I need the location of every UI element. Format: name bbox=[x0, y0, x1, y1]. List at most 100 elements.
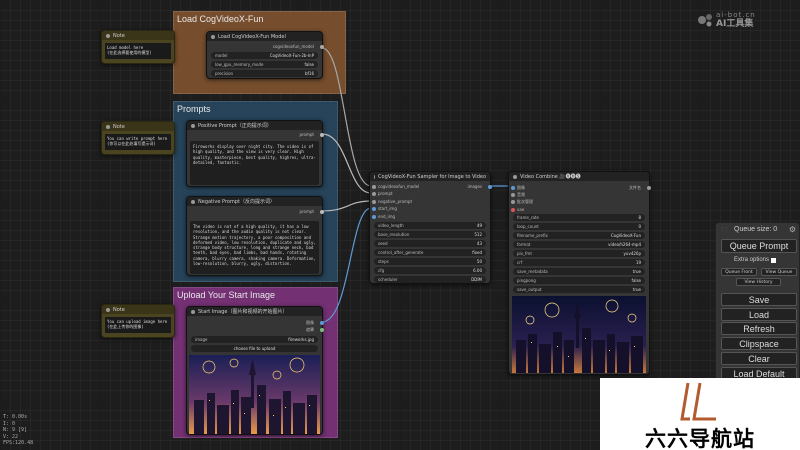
frame-rate-widget[interactable]: frame_rate 8 bbox=[513, 214, 645, 221]
input-slot[interactable] bbox=[372, 207, 376, 211]
node-title: Start Image（图片和视频的开始图片） bbox=[198, 309, 288, 315]
cfg-widget[interactable]: cfg 6.00 bbox=[374, 267, 486, 274]
input-slot[interactable] bbox=[372, 192, 376, 196]
fireworks-city-video bbox=[512, 296, 646, 373]
note-text[interactable]: You can write prompt here (你可以在此处填写提示词) bbox=[105, 134, 171, 150]
model-widget[interactable]: model CogVideoX-Fun-2b-InP bbox=[211, 52, 318, 59]
ai-bot-watermark: ai-bot.cn AI工具集 bbox=[697, 11, 756, 29]
format-widget[interactable]: format video/h264-mp4 bbox=[513, 241, 645, 248]
clear-button[interactable]: Clear bbox=[721, 352, 797, 365]
start-image-preview bbox=[189, 355, 320, 434]
extra-options-checkbox[interactable] bbox=[771, 257, 777, 263]
input-slot[interactable] bbox=[372, 185, 376, 189]
note-text[interactable]: You can upload image here (在此上传你的图像) bbox=[105, 317, 171, 333]
video-preview[interactable] bbox=[512, 296, 646, 373]
node-title: CogVideoX-Fun Sampler for Image to Video bbox=[378, 173, 486, 180]
collapse-dot-icon[interactable] bbox=[211, 34, 215, 39]
output-slot[interactable] bbox=[320, 133, 324, 137]
output-slot[interactable] bbox=[647, 186, 651, 190]
brand-name: 六六导航站 bbox=[645, 427, 755, 450]
input-label: 图像 bbox=[517, 185, 525, 190]
queue-panel-drag-handle[interactable]: ⋮⋮ bbox=[720, 226, 728, 231]
pix-fmt-widget[interactable]: pix_fmt yuv420p bbox=[513, 250, 645, 257]
fireworks-city-image bbox=[189, 355, 320, 434]
view-history-button[interactable]: View History bbox=[736, 278, 781, 286]
sampler-node[interactable]: CogVideoX-Fun Sampler for Image to Video… bbox=[369, 171, 492, 284]
input-slot[interactable] bbox=[511, 186, 515, 190]
watermark-name: AI工具集 bbox=[716, 19, 754, 29]
node-title: Video Combine 🎥🅥🅗🅢 bbox=[520, 174, 581, 180]
video-length-widget[interactable]: video_length 49 bbox=[374, 222, 486, 229]
note-load-model[interactable]: Note Load model here (在此选择要使用的模型) bbox=[101, 30, 175, 64]
negative-prompt-node[interactable]: Negative Prompt（反向提示词） prompt The video … bbox=[186, 196, 324, 276]
output-slot[interactable] bbox=[488, 185, 492, 189]
extra-options-label: Extra options bbox=[734, 257, 777, 263]
save-output-toggle[interactable]: save_output true bbox=[513, 286, 645, 293]
output-label-image: 图像 bbox=[306, 320, 314, 325]
output-slot-mask[interactable] bbox=[320, 328, 324, 332]
collapse-dot-icon[interactable] bbox=[374, 174, 376, 179]
start-image-node[interactable]: Start Image（图片和视频的开始图片） 图像 遮罩 image firew… bbox=[186, 306, 324, 435]
settings-gear-icon[interactable]: ⚙ bbox=[789, 225, 796, 234]
video-combine-node[interactable]: Video Combine 🎥🅥🅗🅢 图像 音频 批次管理 vae 文件名 fr… bbox=[508, 171, 651, 375]
input-label: end_img bbox=[378, 214, 396, 219]
input-slot[interactable] bbox=[372, 200, 376, 204]
positive-prompt-textarea[interactable]: Fireworks display over night city. The v… bbox=[190, 141, 319, 185]
refresh-button[interactable]: Refresh bbox=[721, 322, 797, 335]
collapse-dot-icon[interactable] bbox=[191, 123, 195, 128]
note-image[interactable]: Note You can upload image here (在此上传你的图像… bbox=[101, 304, 175, 338]
collapse-dot-icon[interactable] bbox=[106, 33, 110, 38]
loop-count-widget[interactable]: loop_count 0 bbox=[513, 223, 645, 230]
node-title: Positive Prompt（正向提示词） bbox=[198, 123, 272, 129]
save-button[interactable]: Save bbox=[721, 293, 797, 306]
output-slot-image[interactable] bbox=[320, 321, 324, 325]
perf-stats: T: 0.00s I: 0 N: 9 [9] V: 22 FPS:120.48 bbox=[3, 414, 34, 446]
output-slot[interactable] bbox=[320, 210, 324, 214]
output-slot[interactable] bbox=[320, 44, 324, 49]
collapse-dot-icon[interactable] bbox=[191, 199, 195, 204]
brand-logo-icon bbox=[680, 382, 716, 421]
low-gpu-memory-widget[interactable]: low_gpu_memory_mode false bbox=[211, 61, 318, 68]
node-title: Negative Prompt（反向提示词） bbox=[198, 199, 275, 205]
clipspace-button[interactable]: Clipspace bbox=[721, 337, 797, 350]
filename-prefix-widget[interactable]: filename_prefix CogVideoX-Fun bbox=[513, 232, 645, 239]
load-button[interactable]: Load bbox=[721, 308, 797, 321]
precision-widget[interactable]: precision bf16 bbox=[211, 70, 318, 77]
input-label: start_img bbox=[378, 206, 397, 211]
scheduler-widget[interactable]: scheduler DDIM bbox=[374, 276, 486, 283]
output-label-mask: 遮罩 bbox=[306, 327, 314, 332]
seed-widget[interactable]: seed 43 bbox=[374, 240, 486, 247]
input-slot[interactable] bbox=[511, 200, 515, 204]
image-select-widget[interactable]: image fireworks.jpg bbox=[191, 336, 318, 343]
queue-prompt-button[interactable]: Queue Prompt bbox=[721, 239, 797, 253]
crf-widget[interactable]: crf 19 bbox=[513, 259, 645, 266]
node-title: Note bbox=[113, 306, 125, 313]
view-queue-button[interactable]: View Queue bbox=[761, 268, 797, 276]
output-label: images bbox=[467, 184, 482, 189]
node-title: Load CogVideoX-Fun Model bbox=[218, 33, 286, 40]
collapse-dot-icon[interactable] bbox=[106, 307, 110, 312]
collapse-dot-icon[interactable] bbox=[106, 124, 110, 129]
note-text[interactable]: Load model here (在此选择要使用的模型) bbox=[105, 43, 171, 59]
save-metadata-toggle[interactable]: save_metadata true bbox=[513, 268, 645, 275]
control-after-generate-widget[interactable]: control_after_generate fixed bbox=[374, 249, 486, 256]
input-slot[interactable] bbox=[372, 215, 376, 219]
input-slot[interactable] bbox=[511, 208, 515, 212]
node-title: Note bbox=[113, 123, 125, 130]
note-prompt[interactable]: Note You can write prompt here (你可以在此处填写… bbox=[101, 121, 175, 155]
collapse-dot-icon[interactable] bbox=[191, 309, 195, 314]
queue-front-button[interactable]: Queue Front bbox=[721, 268, 757, 276]
positive-prompt-node[interactable]: Positive Prompt（正向提示词） prompt Fireworks … bbox=[186, 120, 324, 187]
input-label: cogvideoxfun_model bbox=[378, 184, 420, 189]
load-model-node[interactable]: Load CogVideoX-Fun Model cogvideoxfun_mo… bbox=[206, 31, 324, 79]
negative-prompt-textarea[interactable]: The video is not of a high quality, it h… bbox=[190, 221, 319, 274]
input-slot[interactable] bbox=[511, 193, 515, 197]
collapse-dot-icon[interactable] bbox=[513, 174, 517, 179]
input-label: prompt bbox=[378, 191, 393, 196]
brand-overlay: 六六导航站 bbox=[600, 378, 800, 450]
upload-button[interactable]: choose file to upload bbox=[191, 345, 318, 352]
output-label: cogvideoxfun_model bbox=[272, 44, 314, 49]
base-resolution-widget[interactable]: base_resolution 512 bbox=[374, 231, 486, 238]
pingpong-toggle[interactable]: pingpong false bbox=[513, 277, 645, 284]
steps-widget[interactable]: steps 50 bbox=[374, 258, 486, 265]
